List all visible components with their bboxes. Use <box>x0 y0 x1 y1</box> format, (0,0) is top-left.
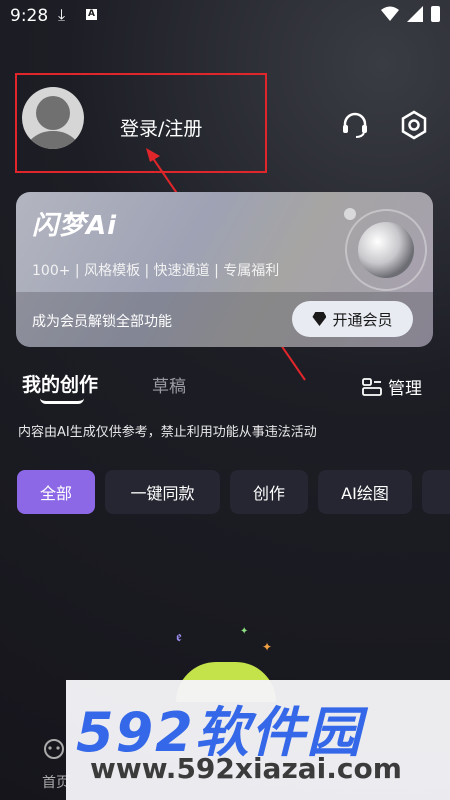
home-nav-icon[interactable] <box>42 738 66 760</box>
tab-my-creations[interactable]: 我的创作 <box>22 370 98 397</box>
chip-create[interactable]: 创作 <box>230 470 308 514</box>
chip-ai-drawing[interactable]: AI绘图 <box>318 470 412 514</box>
manage-button[interactable]: 管理 <box>362 374 422 399</box>
watermark-url: www.592xiazai.com <box>90 752 402 785</box>
tab-drafts[interactable]: 草稿 <box>152 372 186 397</box>
status-icons <box>381 6 440 22</box>
settings-icon[interactable] <box>399 110 429 140</box>
download-icon: ⤓ <box>58 5 66 24</box>
ai-disclaimer: 内容由AI生成仅供参考，禁止利用功能从事违法活动 <box>18 425 317 440</box>
chip-one-click-same[interactable]: 一键同款 <box>105 470 220 514</box>
sparkle-icon: ✦ <box>262 640 273 654</box>
manage-icon <box>362 377 382 396</box>
swirl-decoration-icon: ꬲ <box>176 629 182 645</box>
status-bar: 9:28 ⤓ A <box>0 0 450 32</box>
app-notification-icon: A <box>86 9 97 20</box>
vip-description: 成为会员解锁全部功能 <box>32 314 172 330</box>
customer-service-icon[interactable] <box>340 110 370 140</box>
open-membership-button[interactable]: 开通会员 <box>292 301 413 337</box>
open-membership-label: 开通会员 <box>332 310 393 329</box>
vip-brand-title: 闪梦Ai <box>32 211 118 241</box>
signal-icon <box>407 6 423 22</box>
battery-icon <box>431 6 440 22</box>
status-time: 9:28 <box>10 6 49 26</box>
wifi-icon <box>381 6 399 21</box>
diamond-icon <box>312 312 327 326</box>
vip-orb-graphic <box>344 208 427 291</box>
manage-label: 管理 <box>388 379 422 399</box>
tab-active-indicator <box>40 398 84 404</box>
sparkle-icon: ✦ <box>240 626 249 637</box>
chip-overflow[interactable] <box>422 470 450 514</box>
chip-all[interactable]: 全部 <box>17 470 95 514</box>
vip-perks-text: 100+ | 风格模板 | 快速通道 | 专属福利 <box>32 263 280 279</box>
